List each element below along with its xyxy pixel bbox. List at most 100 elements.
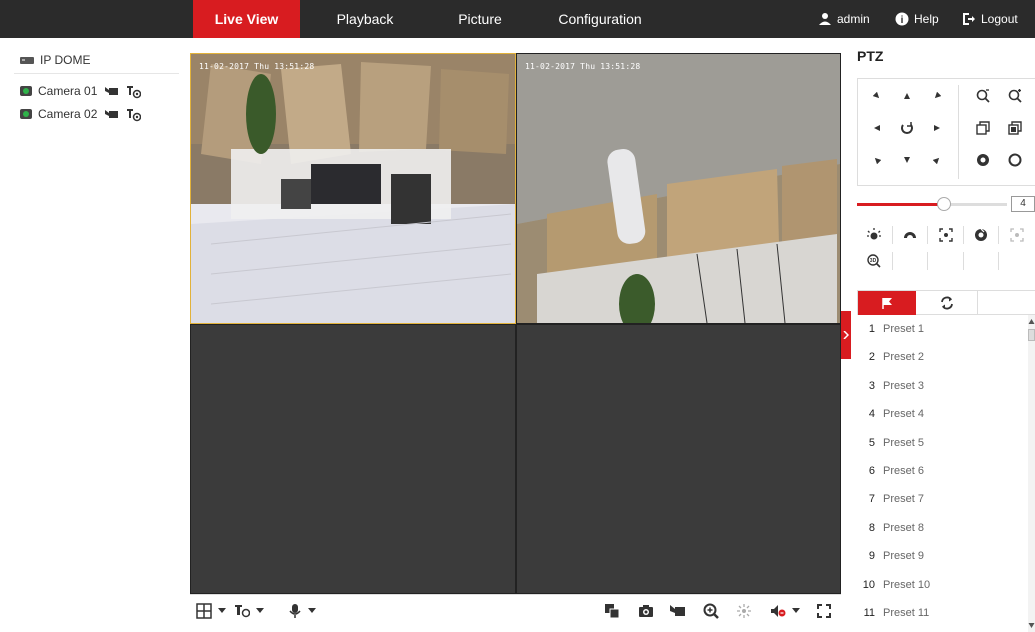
preset-name: Preset 10 bbox=[883, 578, 931, 591]
scroll-up-arrow-icon[interactable] bbox=[1028, 318, 1035, 326]
grid-layout-icon bbox=[196, 603, 212, 619]
logout-label: Logout bbox=[981, 12, 1018, 26]
video-pane-1[interactable]: 11-02-2017 Thu 13:51:28 bbox=[190, 53, 516, 324]
auxiliary-focus-button[interactable] bbox=[928, 226, 964, 244]
record-camera-icon[interactable] bbox=[105, 85, 120, 97]
video-pane-3[interactable] bbox=[190, 324, 516, 594]
preset-name: Preset 4 bbox=[883, 408, 924, 421]
ptz-down-right-button[interactable] bbox=[926, 149, 948, 171]
focus-near-button[interactable] bbox=[972, 117, 994, 139]
user-menu[interactable]: admin bbox=[818, 0, 870, 38]
lens-initialization-button[interactable] bbox=[964, 226, 1000, 244]
ptz-panel-collapse-tab[interactable] bbox=[841, 311, 851, 359]
ptz-up-right-button[interactable] bbox=[926, 85, 948, 107]
preset-name: Preset 8 bbox=[883, 521, 924, 534]
ptz-speed-value[interactable]: 4 bbox=[1011, 196, 1035, 212]
preset-number: 1 bbox=[868, 323, 875, 335]
3d-zoom-button[interactable]: 3D bbox=[857, 252, 893, 270]
audio-talk-button[interactable] bbox=[288, 601, 316, 621]
tab-picture[interactable]: Picture bbox=[440, 0, 520, 38]
multi-window-icon bbox=[605, 604, 620, 619]
preset-item[interactable]: 6 Preset 6 bbox=[857, 457, 1027, 485]
preset-item[interactable]: 5 Preset 5 bbox=[857, 429, 1027, 457]
fullscreen-button[interactable] bbox=[817, 601, 831, 621]
camera-item-02[interactable]: Camera 02 bbox=[20, 105, 97, 123]
device-root[interactable]: IP DOME bbox=[20, 53, 90, 67]
iris-close-button[interactable] bbox=[1004, 149, 1026, 171]
stream-type-button[interactable] bbox=[234, 601, 264, 621]
ptz-down-button[interactable] bbox=[896, 149, 918, 171]
tab-patrol[interactable] bbox=[916, 291, 978, 315]
svg-text:i: i bbox=[901, 15, 904, 26]
wiper-icon bbox=[903, 232, 916, 238]
camera-item-01[interactable]: Camera 01 bbox=[20, 82, 97, 100]
tab-preset[interactable] bbox=[858, 291, 916, 315]
live-view-toolbar bbox=[190, 594, 841, 626]
zoom-out-button[interactable] bbox=[972, 85, 994, 107]
stop-all-preview-button[interactable] bbox=[604, 601, 620, 621]
video-pane-4[interactable] bbox=[516, 324, 841, 594]
preset-name: Preset 6 bbox=[883, 465, 924, 477]
arrow-up-right-icon bbox=[934, 92, 941, 99]
ptz-left-button[interactable] bbox=[866, 117, 888, 139]
iris-open-button[interactable] bbox=[972, 149, 994, 171]
ptz-down-left-button[interactable] bbox=[866, 149, 888, 171]
preset-list-scrollbar[interactable] bbox=[1028, 315, 1035, 632]
focus-far-icon bbox=[1008, 121, 1022, 135]
ptz-control-icon[interactable] bbox=[126, 85, 141, 99]
ptz-auto-scan-button[interactable] bbox=[896, 117, 918, 139]
empty-function-slot bbox=[928, 252, 964, 270]
ptz-control-icon[interactable] bbox=[126, 108, 141, 122]
fullscreen-icon bbox=[817, 604, 831, 618]
preset-item[interactable]: 3 Preset 3 bbox=[857, 372, 1027, 400]
logout-button[interactable]: Logout bbox=[962, 0, 1018, 38]
digital-zoom-button[interactable] bbox=[703, 601, 719, 621]
preset-item[interactable]: 1 Preset 1 bbox=[857, 315, 1027, 343]
ptz-stream-icon bbox=[235, 605, 250, 618]
wiper-button[interactable] bbox=[893, 226, 929, 244]
ptz-up-button[interactable] bbox=[896, 85, 918, 107]
focus-near-icon bbox=[976, 121, 990, 135]
camera-label: Camera 01 bbox=[38, 84, 98, 98]
capture-button[interactable] bbox=[638, 601, 654, 621]
preset-item[interactable]: 4 Preset 4 bbox=[857, 400, 1027, 428]
preset-name: Preset 7 bbox=[883, 493, 924, 506]
microphone-icon bbox=[289, 604, 301, 618]
camera-status-icon bbox=[20, 109, 32, 119]
preset-item[interactable]: 10 Preset 10 bbox=[857, 571, 1027, 599]
ptz-right-button[interactable] bbox=[926, 117, 948, 139]
tab-playback[interactable]: Playback bbox=[320, 0, 410, 38]
preset-number: 5 bbox=[868, 436, 875, 449]
preset-number: 2 bbox=[868, 351, 875, 364]
preset-name: Preset 2 bbox=[883, 351, 924, 364]
arrow-down-right-icon bbox=[933, 157, 940, 164]
light-button[interactable] bbox=[857, 226, 893, 244]
3d-position-button[interactable] bbox=[736, 601, 752, 621]
chevron-right-icon bbox=[843, 331, 849, 339]
zoom-in-button[interactable] bbox=[1004, 85, 1026, 107]
video-pane-2[interactable]: 11-02-2017 Thu 13:51:28 bbox=[516, 53, 841, 324]
ptz-speed-slider[interactable] bbox=[857, 197, 1007, 211]
preset-item[interactable]: 7 Preset 7 bbox=[857, 485, 1027, 513]
preset-item[interactable]: 11 Preset 11 bbox=[857, 599, 1027, 627]
manual-tracking-button[interactable] bbox=[999, 226, 1035, 244]
preset-item[interactable]: 8 Preset 8 bbox=[857, 514, 1027, 542]
record-camera-icon[interactable] bbox=[105, 108, 120, 120]
scroll-down-arrow-icon[interactable] bbox=[1028, 621, 1035, 629]
ptz-speed-slider-handle[interactable] bbox=[937, 197, 951, 211]
arrow-up-icon bbox=[904, 93, 910, 99]
device-root-label: IP DOME bbox=[40, 53, 91, 67]
audio-button[interactable] bbox=[770, 601, 800, 621]
record-button[interactable] bbox=[670, 601, 686, 621]
preset-item[interactable]: 9 Preset 9 bbox=[857, 542, 1027, 570]
preset-item[interactable]: 2 Preset 2 bbox=[857, 343, 1027, 371]
ptz-up-left-button[interactable] bbox=[866, 85, 888, 107]
scrollbar-thumb[interactable] bbox=[1028, 329, 1035, 341]
device-tree: IP DOME Camera 01 Camera 02 bbox=[0, 38, 185, 632]
window-layout-button[interactable] bbox=[196, 601, 226, 621]
tab-live-view[interactable]: Live View bbox=[193, 0, 300, 38]
focus-far-button[interactable] bbox=[1004, 117, 1026, 139]
arrow-down-icon bbox=[904, 157, 910, 163]
tab-configuration[interactable]: Configuration bbox=[535, 0, 665, 38]
help-button[interactable]: i Help bbox=[895, 0, 939, 38]
